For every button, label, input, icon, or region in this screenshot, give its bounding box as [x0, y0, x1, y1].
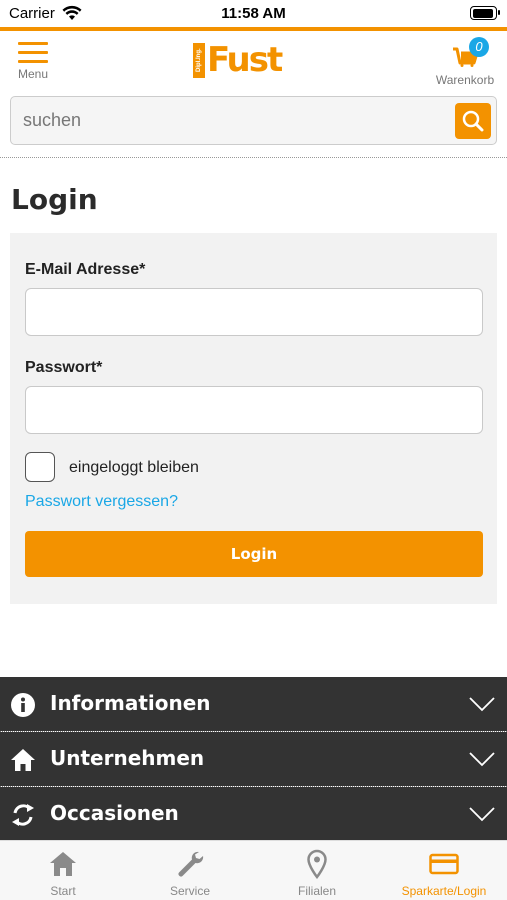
- accordion-informationen[interactable]: Informationen: [0, 677, 507, 731]
- tab-service[interactable]: Service: [127, 841, 253, 900]
- email-label: E-Mail Adresse*: [25, 261, 146, 278]
- home-icon: [11, 749, 35, 771]
- card-icon: [429, 853, 459, 875]
- accordion-label: Unternehmen: [50, 746, 205, 770]
- password-label: Passwort*: [25, 359, 103, 376]
- status-bar: Carrier 11:58 AM: [0, 0, 507, 27]
- email-field[interactable]: [25, 288, 483, 336]
- map-pin-icon: [307, 849, 327, 879]
- tab-label: Filialen: [297, 884, 336, 898]
- tab-bar: Start Service Filialen Sparkarte/Login: [0, 840, 507, 900]
- accordion-occasionen[interactable]: Occasionen: [0, 787, 507, 841]
- tab-filialen[interactable]: Filialen: [254, 841, 380, 900]
- chevron-down-icon: [469, 697, 495, 712]
- accordion-unternehmen[interactable]: Unternehmen: [0, 732, 507, 786]
- login-button[interactable]: Login: [25, 531, 483, 577]
- chevron-down-icon: [469, 752, 495, 767]
- accordion-label: Occasionen: [50, 801, 179, 825]
- tab-label: Sparkarte/Login: [401, 884, 487, 898]
- search-input[interactable]: [11, 97, 451, 144]
- battery-icon: [470, 6, 500, 20]
- refresh-icon: [12, 804, 34, 826]
- app-header: Menu Dipl.Ing. Fust 0 Warenkorb: [0, 31, 507, 91]
- accordion-label: Informationen: [50, 691, 211, 715]
- clock: 11:58 AM: [221, 5, 286, 22]
- cart-label: Warenkorb: [435, 73, 495, 87]
- remember-me-label[interactable]: eingeloggt bleiben: [69, 459, 199, 477]
- info-icon: [11, 693, 35, 717]
- search-bar: [10, 96, 497, 145]
- login-form: E-Mail Adresse* Passwort* eingeloggt ble…: [10, 233, 497, 604]
- cart-button[interactable]: 0 Warenkorb: [435, 37, 495, 87]
- page-title: Login: [11, 183, 98, 216]
- menu-label: Menu: [17, 67, 49, 81]
- tab-start[interactable]: Start: [0, 841, 126, 900]
- chevron-down-icon: [469, 807, 495, 822]
- remember-me-checkbox[interactable]: [25, 452, 55, 482]
- search-button[interactable]: [455, 103, 491, 139]
- logo-tag: Dipl.Ing.: [193, 43, 205, 78]
- wrench-icon: [178, 851, 204, 877]
- hamburger-icon: [18, 42, 48, 63]
- menu-button[interactable]: Menu: [12, 39, 54, 87]
- tab-label: Service: [169, 884, 210, 898]
- logo-wordmark: Fust: [207, 40, 283, 80]
- cart-count-badge: 0: [469, 37, 489, 57]
- home-icon: [50, 852, 76, 876]
- tab-label: Start: [50, 884, 76, 898]
- forgot-password-link[interactable]: Passwort vergessen?: [25, 493, 178, 511]
- fust-logo[interactable]: Dipl.Ing. Fust: [193, 40, 283, 80]
- header-divider: [0, 157, 507, 158]
- password-field[interactable]: [25, 386, 483, 434]
- search-icon: [462, 110, 484, 132]
- tab-sparkarte-login[interactable]: Sparkarte/Login: [381, 841, 507, 900]
